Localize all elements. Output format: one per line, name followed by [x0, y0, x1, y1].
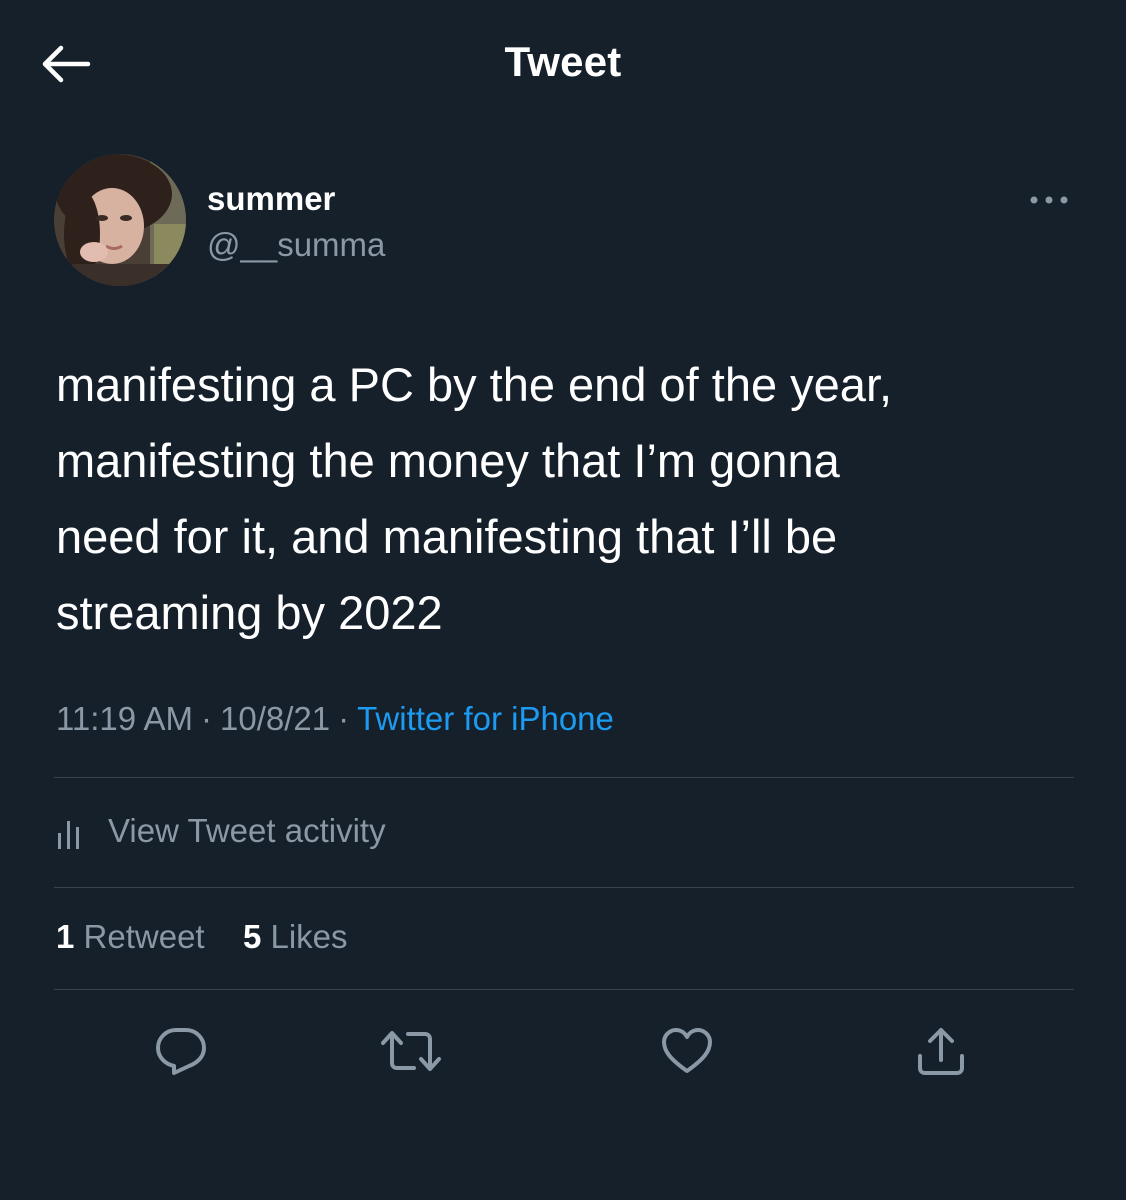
- retweets-label: Retweet: [83, 918, 205, 955]
- tweet-source-link[interactable]: Twitter for iPhone: [357, 700, 614, 737]
- avatar-image: [54, 154, 186, 286]
- reply-icon: [156, 1028, 206, 1075]
- share-icon: [918, 1028, 964, 1075]
- divider: [54, 989, 1074, 990]
- likes-label: Likes: [270, 918, 348, 955]
- tweet-meta: 11:19 AM · 10/8/21 · Twitter for iPhone: [56, 700, 614, 738]
- top-bar: Tweet: [0, 0, 1126, 130]
- page-title: Tweet: [504, 38, 622, 85]
- reply-button[interactable]: [146, 1016, 216, 1086]
- retweet-icon: [381, 1031, 441, 1071]
- activity-label: View Tweet activity: [108, 812, 386, 849]
- avatar[interactable]: [54, 154, 186, 286]
- retweet-button[interactable]: [376, 1016, 446, 1086]
- more-options-button[interactable]: [1024, 183, 1074, 217]
- likes-stat[interactable]: 5 Likes: [243, 918, 348, 955]
- bar-chart-icon: [58, 821, 79, 849]
- meta-separator: ·: [338, 700, 350, 737]
- author-display-name[interactable]: summer: [207, 180, 335, 218]
- more-dots-icon: [1030, 196, 1068, 204]
- engagement-stats: 1 Retweet 5 Likes: [56, 918, 348, 956]
- tweet-date: 10/8/21: [219, 700, 331, 737]
- share-button[interactable]: [906, 1016, 976, 1086]
- divider: [54, 777, 1074, 778]
- like-button[interactable]: [652, 1016, 722, 1086]
- tweet-time: 11:19 AM: [56, 700, 193, 737]
- likes-count: 5: [242, 918, 262, 955]
- view-tweet-activity-button[interactable]: View Tweet activity: [56, 806, 386, 856]
- meta-separator: ·: [200, 700, 212, 737]
- author-handle[interactable]: @__summa: [207, 226, 385, 264]
- retweets-stat[interactable]: 1 Retweet: [56, 918, 205, 955]
- tweet-text: manifesting a PC by the end of the year,…: [56, 358, 893, 639]
- divider: [54, 887, 1074, 888]
- retweets-count: 1: [56, 918, 75, 955]
- heart-icon: [662, 1028, 712, 1073]
